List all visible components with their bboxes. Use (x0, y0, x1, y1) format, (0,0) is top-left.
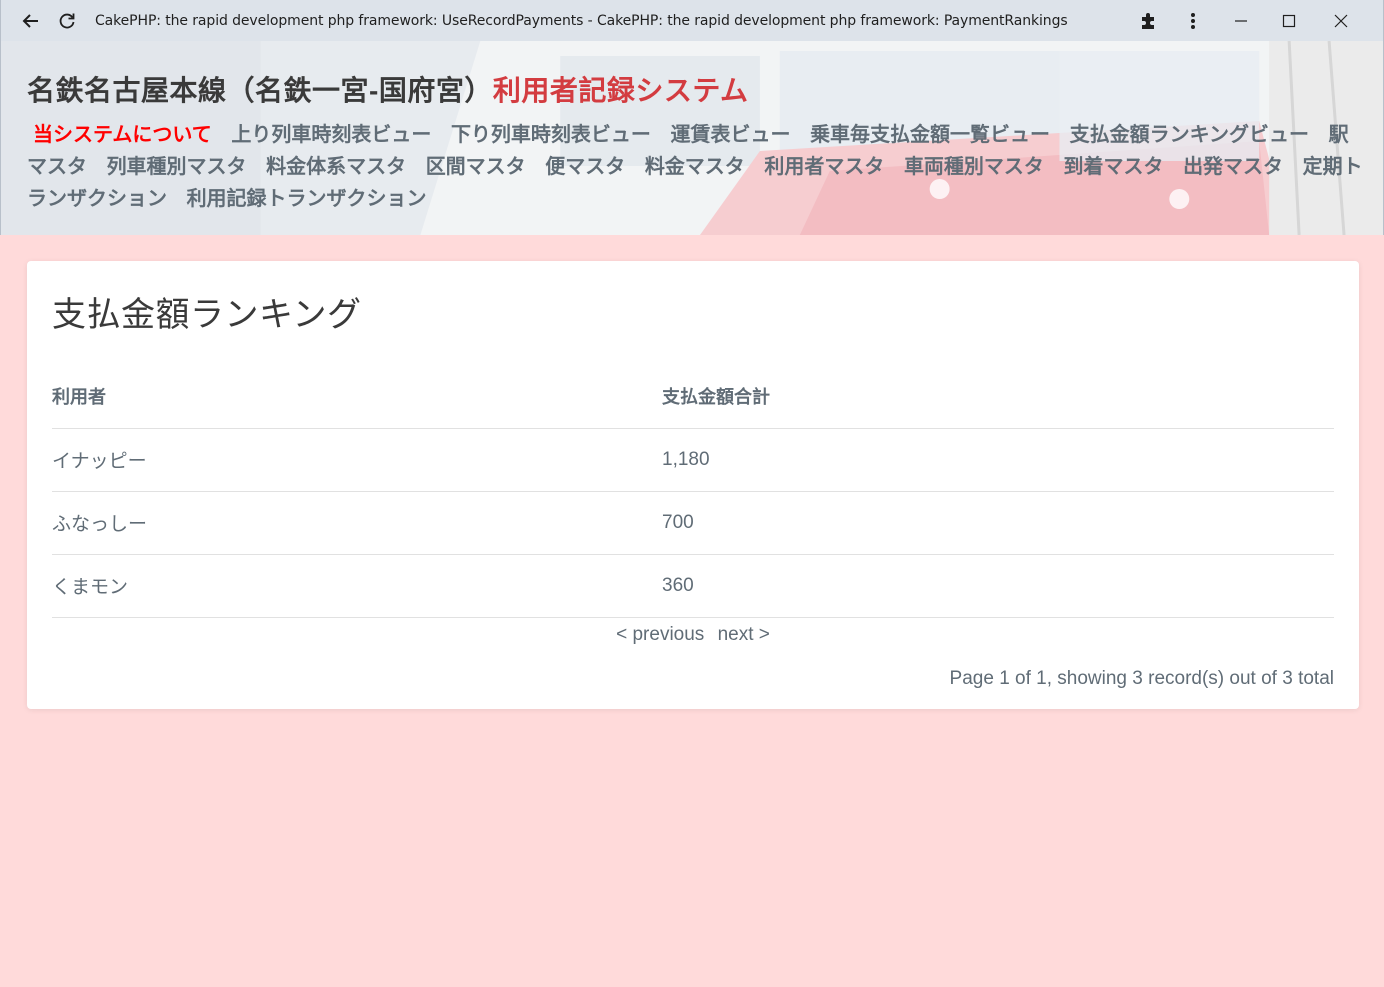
nav-link-users[interactable]: 利用者マスタ (764, 156, 884, 178)
column-header-user[interactable]: 利用者 (52, 372, 662, 429)
extensions-button[interactable] (1129, 0, 1169, 41)
page-counter: Page 1 of 1, showing 3 record(s) out of … (949, 667, 1334, 689)
back-arrow-icon (22, 13, 38, 28)
column-header-total[interactable]: 支払金額合計 (662, 372, 1334, 429)
table-header-row: 利用者 支払金額合計 (52, 372, 1334, 429)
table-row: くまモン 360 (52, 554, 1334, 618)
cell-total: 700 (662, 491, 1334, 555)
cell-total: 1,180 (662, 428, 1334, 492)
nav-link-departures[interactable]: 出発マスタ (1183, 156, 1283, 178)
nav-link-up-timetable[interactable]: 上り列車時刻表ビュー (231, 124, 431, 146)
puzzle-icon (1142, 12, 1154, 29)
nav-link-sections[interactable]: 区間マスタ (426, 156, 526, 178)
cell-total: 360 (662, 554, 1334, 618)
nav-link-fare-table[interactable]: 運賃表ビュー (671, 124, 791, 146)
nav-link-about[interactable]: 当システムについて (33, 124, 212, 146)
maximize-button[interactable] (1265, 0, 1313, 41)
cell-user: くまモン (52, 554, 662, 618)
site-title[interactable]: 名鉄名古屋本線（名鉄一宮-国府宮）利用者記録システム (27, 69, 1363, 109)
nav-link-use-record-transactions[interactable]: 利用記録トランザクション (187, 188, 427, 210)
nav-link-vehicle-types[interactable]: 車両種別マスタ (904, 156, 1044, 178)
tab-title: CakePHP: the rapid development php frame… (95, 12, 1068, 29)
nav-link-down-timetable[interactable]: 下り列車時刻表ビュー (451, 124, 651, 146)
more-vertical-icon (1191, 12, 1195, 29)
minimize-button[interactable] (1217, 0, 1265, 41)
page-title: 支払金額ランキング (52, 296, 362, 334)
close-window-button[interactable] (1313, 0, 1369, 41)
nav-link-fares[interactable]: 料金マスタ (645, 156, 745, 178)
nav-link-train-types[interactable]: 列車種別マスタ (107, 156, 247, 178)
ranking-table: 利用者 支払金額合計 イナッピー 1,180 ふなっしー 700 くまモン 36… (52, 372, 1334, 618)
next-page-link[interactable]: next > (718, 624, 770, 645)
maximize-icon (1282, 14, 1296, 27)
cell-user: イナッピー (52, 428, 662, 492)
site-header: 名鉄名古屋本線（名鉄一宮-国府宮）利用者記録システム 当システムについて 上り列… (0, 41, 1384, 235)
close-icon (1334, 14, 1348, 27)
table-row: ふなっしー 700 (52, 491, 1334, 555)
main-nav: 当システムについて 上り列車時刻表ビュー 下り列車時刻表ビュー 運賃表ビュー 乗… (27, 119, 1363, 215)
nav-link-arrivals[interactable]: 到着マスタ (1064, 156, 1164, 178)
site-title-accent: 利用者記録システム (492, 75, 749, 106)
ranking-card: 支払金額ランキング 利用者 支払金額合計 イナッピー 1,180 ふなっしー 7… (27, 261, 1359, 709)
back-button[interactable] (15, 5, 47, 37)
nav-link-payment-list[interactable]: 乗車毎支払金額一覧ビュー (810, 124, 1050, 146)
previous-page-link[interactable]: < previous (616, 624, 704, 645)
reload-button[interactable] (51, 5, 83, 37)
table-row: イナッピー 1,180 (52, 428, 1334, 492)
nav-link-payment-ranking[interactable]: 支払金額ランキングビュー (1070, 124, 1309, 146)
site-title-main: 名鉄名古屋本線（名鉄一宮-国府宮） (27, 75, 493, 106)
browser-menu-button[interactable] (1169, 0, 1217, 41)
paginator: < previous next > (52, 624, 1334, 646)
nav-link-fare-systems[interactable]: 料金体系マスタ (266, 156, 406, 178)
nav-link-trains[interactable]: 便マスタ (545, 156, 625, 178)
cell-user: ふなっしー (52, 491, 662, 555)
reload-icon (59, 13, 75, 28)
browser-toolbar: CakePHP: the rapid development php frame… (0, 0, 1384, 41)
minimize-icon (1235, 19, 1247, 22)
